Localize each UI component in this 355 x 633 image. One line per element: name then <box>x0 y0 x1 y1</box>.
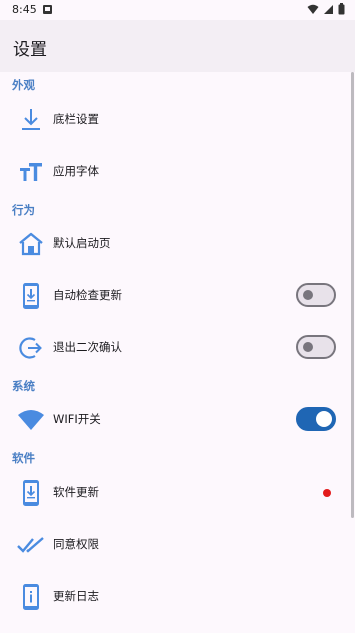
scrollbar[interactable] <box>351 72 354 518</box>
setting-wifi-switch[interactable]: WIFI开关 <box>0 394 349 446</box>
page-title: 设置 <box>13 40 47 60</box>
setting-bottom-bar[interactable]: 底栏设置 <box>0 94 349 146</box>
status-indicators <box>307 3 345 15</box>
setting-changelog[interactable]: 更新日志 <box>0 571 349 623</box>
download-icon <box>16 106 46 134</box>
setting-auto-check-update[interactable]: 自动检查更新 <box>0 270 349 322</box>
exit-confirm-toggle[interactable] <box>296 335 336 359</box>
section-behavior: 行为 <box>12 203 35 217</box>
wifi-icon <box>16 406 46 434</box>
setting-label: 同意权限 <box>53 537 99 551</box>
toggle-knob <box>316 411 332 427</box>
settings-list[interactable]: 外观 底栏设置 应用字体 行为 默认启动页 自动检查更新 退出二次确认 系统 W… <box>0 72 355 633</box>
setting-label: WIFI开关 <box>53 412 101 426</box>
section-system: 系统 <box>12 379 35 393</box>
wifi-status-icon <box>307 4 319 14</box>
auto-check-update-toggle[interactable] <box>296 283 336 307</box>
status-bar: 8:45 <box>0 0 355 20</box>
setting-default-page[interactable]: 默认启动页 <box>0 218 349 270</box>
phone-info-icon <box>16 583 46 611</box>
setting-exit-confirm[interactable]: 退出二次确认 <box>0 322 349 374</box>
home-icon <box>16 230 46 258</box>
setting-label: 默认启动页 <box>53 236 111 250</box>
setting-label: 退出二次确认 <box>53 340 122 354</box>
phone-download-icon <box>16 479 46 507</box>
battery-icon <box>338 3 345 15</box>
toggle-knob <box>303 290 313 300</box>
font-size-icon <box>16 158 46 186</box>
setting-label: 应用字体 <box>53 164 99 178</box>
section-software: 软件 <box>12 451 35 465</box>
double-check-icon <box>16 531 46 559</box>
signal-icon <box>324 4 333 14</box>
update-badge <box>323 489 331 497</box>
setting-label: 软件更新 <box>53 485 99 499</box>
notification-icon <box>43 5 52 14</box>
status-time: 8:45 <box>12 3 37 16</box>
setting-agree-permission[interactable]: 同意权限 <box>0 519 349 571</box>
setting-software-update[interactable]: 软件更新 <box>0 467 349 519</box>
setting-label: 底栏设置 <box>53 112 99 126</box>
setting-label: 更新日志 <box>53 589 99 603</box>
exit-icon <box>16 334 46 362</box>
setting-app-font[interactable]: 应用字体 <box>0 146 349 198</box>
setting-label: 自动检查更新 <box>53 288 122 302</box>
wifi-switch-toggle[interactable] <box>296 407 336 431</box>
phone-download-icon <box>16 282 46 310</box>
section-appearance: 外观 <box>12 78 35 92</box>
app-bar: 设置 <box>0 20 355 72</box>
toggle-knob <box>303 342 313 352</box>
